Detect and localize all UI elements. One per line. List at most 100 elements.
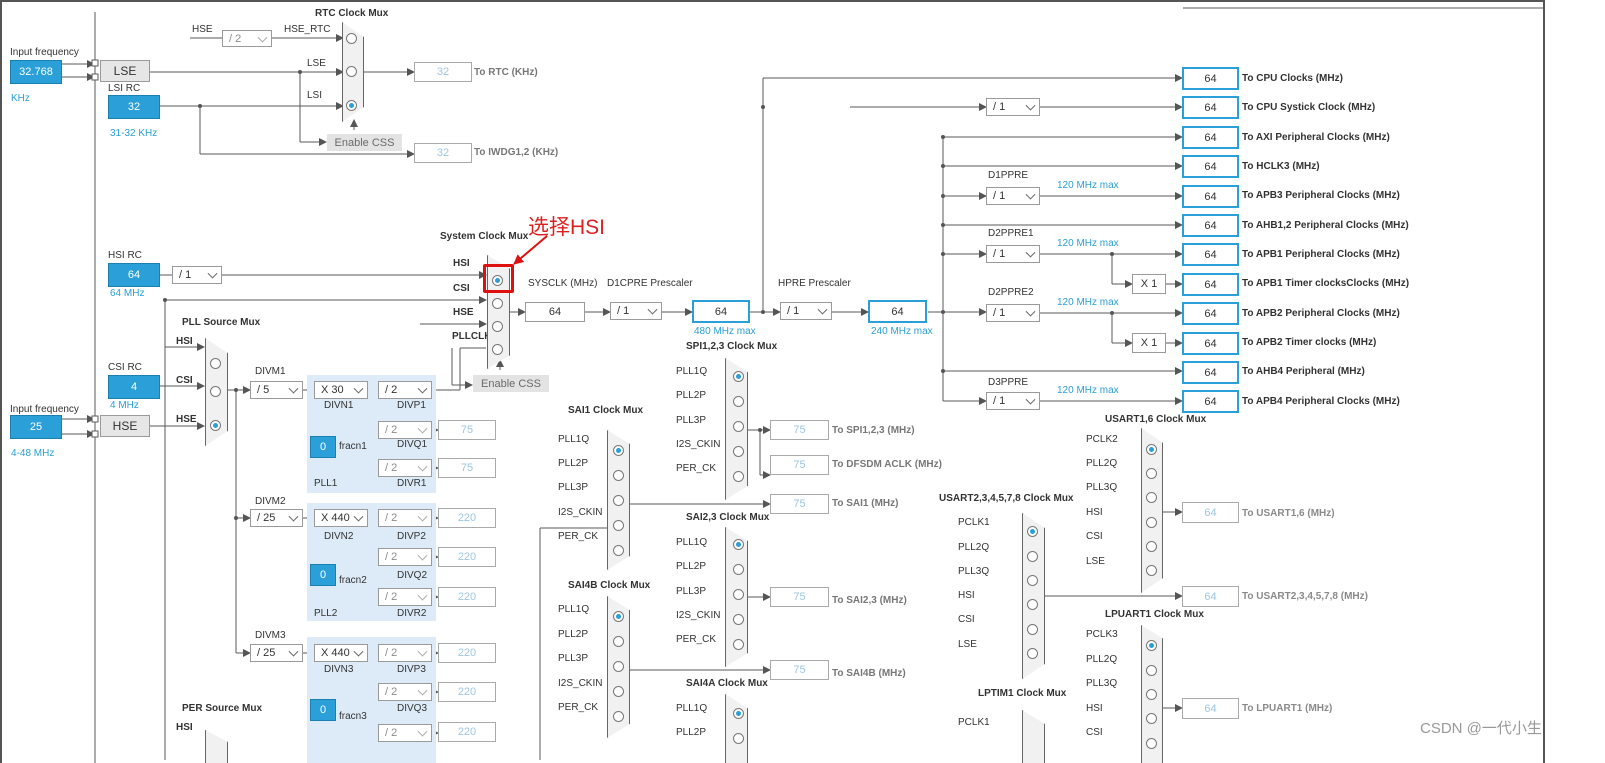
sai23-radio-0[interactable] — [733, 539, 744, 550]
usart2-radio-5[interactable] — [1027, 648, 1038, 659]
rtc-hse-divider[interactable]: / 2 — [222, 30, 272, 47]
usart16-radio-3[interactable] — [1146, 517, 1157, 528]
sai1-mux-title: SAI1 Clock Mux — [568, 405, 644, 416]
usart2-radio-4[interactable] — [1027, 624, 1038, 635]
sai4a-radio-0[interactable] — [733, 708, 744, 719]
usart16-radio-4[interactable] — [1146, 541, 1157, 552]
usart2-radio-1[interactable] — [1027, 551, 1038, 562]
rtc-radio-lsi[interactable] — [346, 100, 357, 111]
dest-apb3[interactable]: 64 — [1182, 185, 1239, 208]
spi123-radio-0[interactable] — [733, 371, 744, 382]
spi123-radio-3[interactable] — [733, 446, 744, 457]
pll-source-radio-hsi[interactable] — [210, 358, 221, 369]
lpuart-radio-3[interactable] — [1146, 713, 1157, 724]
pll1-fracn-value[interactable]: 0 — [310, 436, 336, 458]
pll-source-radio-hse[interactable] — [210, 420, 221, 431]
sai1-radio-1[interactable] — [613, 470, 624, 481]
sai23-radio-3[interactable] — [733, 614, 744, 625]
usart16-radio-0[interactable] — [1146, 444, 1157, 455]
pll1-divm-select[interactable]: / 5 — [250, 381, 303, 399]
sysmux-radio-pllclk[interactable] — [492, 344, 503, 355]
pll2-divm-select[interactable]: / 25 — [250, 509, 303, 527]
rtc-radio-hse[interactable] — [346, 33, 357, 44]
systick-divider-select[interactable]: / 1 — [986, 98, 1040, 116]
spi123-radio-1[interactable] — [733, 396, 744, 407]
pll1-divn-select[interactable]: X 30 — [314, 381, 368, 399]
dest-apb4[interactable]: 64 — [1182, 390, 1239, 413]
hse-frequency-input[interactable]: 25 — [10, 415, 62, 439]
usart2-radio-0[interactable] — [1027, 526, 1038, 537]
dest-apb1-timer[interactable]: 64 — [1182, 273, 1239, 296]
dest-apb2[interactable]: 64 — [1182, 302, 1239, 325]
sai1-radio-0[interactable] — [613, 445, 624, 456]
hsi-divider[interactable]: / 1 — [172, 266, 222, 284]
sai4b-radio-3[interactable] — [613, 686, 624, 697]
lpuart-radio-0[interactable] — [1146, 640, 1157, 651]
dest-cpu-systick[interactable]: 64 — [1182, 96, 1239, 119]
pll2-divq-select[interactable]: / 2 — [378, 548, 432, 566]
pll2-divn-select[interactable]: X 440 — [314, 509, 368, 527]
dest-axi[interactable]: 64 — [1182, 126, 1239, 149]
pll1-divq-select[interactable]: / 2 — [378, 421, 432, 439]
dest-cpu-clocks[interactable]: 64 — [1182, 67, 1239, 90]
d1ppre-select[interactable]: / 1 — [986, 187, 1040, 205]
apb2-timer-multiplier: X 1 — [1132, 333, 1166, 353]
sai1-radio-3[interactable] — [613, 520, 624, 531]
sysmux-radio-hse[interactable] — [492, 321, 503, 332]
rtc-radio-lse[interactable] — [346, 66, 357, 77]
ahb-clock-max: 240 MHz max — [871, 326, 933, 337]
pll3-divm-select[interactable]: / 25 — [250, 644, 303, 662]
pll3-divn-select[interactable]: X 440 — [314, 644, 368, 662]
sai23-radio-2[interactable] — [733, 589, 744, 600]
lpuart-radio-2[interactable] — [1146, 689, 1157, 700]
dest-apb2-timer[interactable]: 64 — [1182, 332, 1239, 355]
cpu-clock-value[interactable]: 64 — [692, 300, 750, 323]
d2ppre1-select[interactable]: / 1 — [986, 245, 1040, 263]
lse-frequency-input[interactable]: 32.768 — [10, 60, 62, 84]
lpuart-radio-4[interactable] — [1146, 738, 1157, 749]
spi123-radio-2[interactable] — [733, 421, 744, 432]
pll3-fracn-value[interactable]: 0 — [310, 699, 336, 721]
pll3-divr-select[interactable]: / 2 — [378, 724, 432, 742]
dest-hclk3[interactable]: 64 — [1182, 155, 1239, 178]
sysmux-hsi-label: HSI — [453, 258, 470, 269]
sai1-radio-2[interactable] — [613, 495, 624, 506]
sai1-radio-4[interactable] — [613, 545, 624, 556]
annotation-text: 选择HSI — [528, 216, 606, 239]
pll2-fracn-label: fracn2 — [339, 575, 367, 586]
pll1-divr-select[interactable]: / 2 — [378, 459, 432, 477]
usart16-radio-2[interactable] — [1146, 492, 1157, 503]
pll1-divp-select[interactable]: / 2 — [378, 381, 432, 399]
usart16-radio-5[interactable] — [1146, 565, 1157, 576]
usart2-radio-2[interactable] — [1027, 575, 1038, 586]
pll1-divr-label: DIVR1 — [397, 478, 427, 489]
dest-apb1[interactable]: 64 — [1182, 243, 1239, 266]
usart2-radio-3[interactable] — [1027, 599, 1038, 610]
rtc-enable-css-button[interactable]: Enable CSS — [327, 134, 402, 151]
sai4b-radio-0[interactable] — [613, 611, 624, 622]
pll-source-radio-csi[interactable] — [210, 386, 221, 397]
hpre-select[interactable]: / 1 — [780, 302, 832, 320]
ahb-clock-value[interactable]: 64 — [868, 300, 927, 323]
pll3-divp-select[interactable]: / 2 — [378, 644, 432, 662]
dest-ahb12[interactable]: 64 — [1182, 214, 1239, 237]
lpuart-radio-1[interactable] — [1146, 665, 1157, 676]
d3ppre-select[interactable]: / 1 — [986, 392, 1040, 410]
d1cpre-select[interactable]: / 1 — [610, 302, 662, 320]
sysmux-radio-csi[interactable] — [492, 298, 503, 309]
dest-ahb4[interactable]: 64 — [1182, 361, 1239, 384]
spi123-radio-4[interactable] — [733, 471, 744, 482]
sai4b-radio-4[interactable] — [613, 711, 624, 722]
sai4b-radio-1[interactable] — [613, 636, 624, 647]
sai4b-radio-2[interactable] — [613, 661, 624, 672]
d2ppre2-select[interactable]: / 1 — [986, 304, 1040, 322]
sai23-radio-1[interactable] — [733, 564, 744, 575]
pll3-divq-select[interactable]: / 2 — [378, 683, 432, 701]
pll2-divp-select[interactable]: / 2 — [378, 509, 432, 527]
sysmux-enable-css-button[interactable]: Enable CSS — [473, 375, 549, 392]
usart16-radio-1[interactable] — [1146, 468, 1157, 479]
pll2-fracn-value[interactable]: 0 — [310, 564, 336, 586]
pll2-divr-select[interactable]: / 2 — [378, 588, 432, 606]
sai4a-radio-1[interactable] — [733, 733, 744, 744]
sai23-radio-4[interactable] — [733, 639, 744, 650]
